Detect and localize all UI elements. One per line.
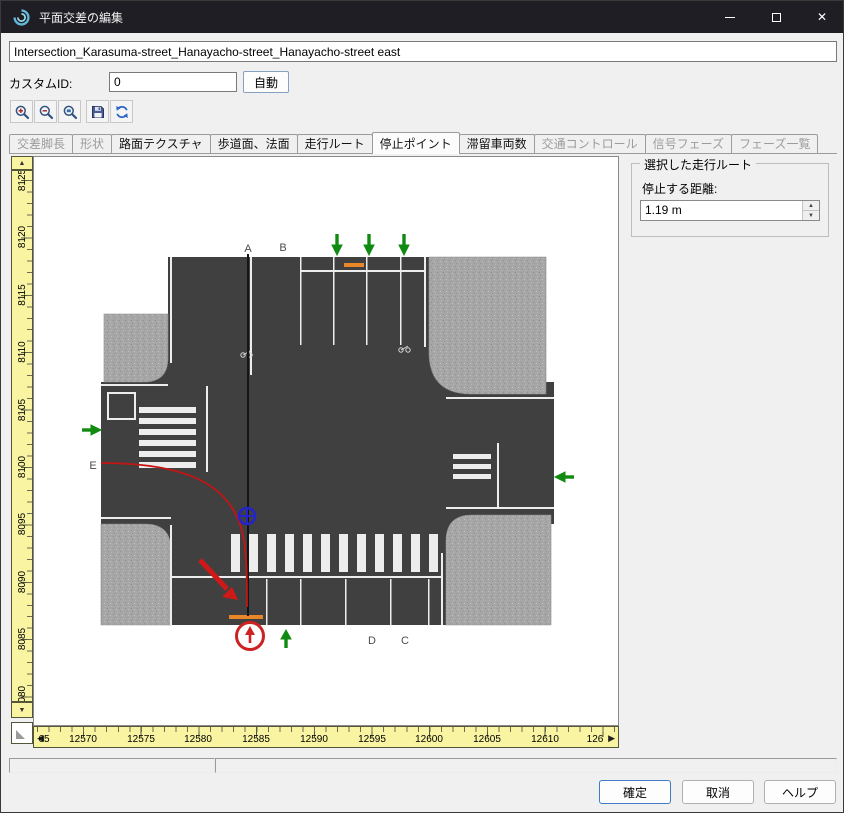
zoom-out-icon [38,104,54,120]
ruler-label: 12600 [407,734,451,745]
ruler-label: 12590 [292,734,336,745]
close-button[interactable]: ✕ [799,1,844,33]
ruler-label: 8100 [17,447,29,487]
intersection-name-input[interactable] [9,41,837,62]
ruler-label: 8095 [17,504,29,544]
leg-label-e: E [89,460,96,472]
ruler-label: 12610 [523,734,567,745]
ruler-label: 12595 [350,734,394,745]
zoom-window-icon [62,104,78,120]
tab-signal-phase: 信号フェーズ [645,134,732,153]
ruler-label: 8105 [17,390,29,430]
tab-sidewalk-slope[interactable]: 歩道面、法面 [210,134,298,153]
stop-distance-value[interactable]: 1.19 m [641,201,802,220]
title-bar: 平面交差の編集 ✕ [1,1,844,33]
ruler-label: 12585 [234,734,278,745]
window-title: 平面交差の編集 [39,9,123,26]
minimize-icon [725,17,735,18]
leg-label-b: B [279,242,286,254]
stop-point-tab-panel: ▲ 8125 8120 8115 8110 8105 8100 8095 809… [9,153,837,751]
auto-id-button[interactable]: 自動 [243,71,289,93]
maximize-icon [772,13,781,22]
stop-distance-label: 停止する距離: [642,180,717,197]
tab-queued-vehicles[interactable]: 滞留車両数 [459,134,535,153]
tab-phase-list: フェーズ一覧 [731,134,818,153]
ruler-label: 126 [582,734,608,745]
zoom-in-icon [14,104,30,120]
tab-shape: 形状 [72,134,112,153]
zoom-window-button[interactable] [58,100,81,123]
ruler-label: 8090 [17,562,29,602]
custom-id-input[interactable] [109,72,237,92]
group-title: 選択した走行ルート [640,156,756,173]
zoom-in-button[interactable] [10,100,33,123]
ruler-label: 8125 [17,170,29,200]
stop-point-marker[interactable] [237,623,264,650]
route-node-marker[interactable] [239,507,255,525]
spin-down-button[interactable]: ▼ [803,211,819,220]
maximize-button[interactable] [753,1,799,33]
ruler-scroll-right-icon[interactable]: ▶ [608,733,615,743]
ruler-label: 8120 [17,217,29,257]
tab-leg-length: 交差脚長 [9,134,73,153]
ruler-corner-box [11,722,33,744]
minimize-button[interactable] [707,1,753,33]
ruler-label: 65 [33,734,56,745]
selected-route-group: 選択した走行ルート 停止する距離: 1.19 m ▲ ▼ [631,163,829,237]
refresh-button[interactable] [110,100,133,123]
edit-intersection-dialog: 平面交差の編集 ✕ カスタムID: 自動 [0,0,844,813]
ruler-label: 12570 [61,734,105,745]
ruler-label: 12575 [119,734,163,745]
leg-label-c: C [401,635,409,647]
spin-up-button[interactable]: ▲ [803,201,819,211]
save-icon [90,104,106,120]
zoom-out-button[interactable] [34,100,57,123]
ruler-label: 8110 [17,332,29,372]
status-bar-left [9,758,215,773]
horizontal-ruler[interactable]: ◀ ▶ 65 12570 12575 12580 12585 12590 125… [33,726,619,748]
leg-label-a: A [244,243,252,255]
stop-distance-spinbox: 1.19 m ▲ ▼ [640,200,820,221]
app-swirl-icon [13,9,30,26]
leg-label-d: D [368,635,376,647]
spin-buttons: ▲ ▼ [802,201,819,220]
intersection-canvas[interactable]: A B C D E [33,156,619,726]
tab-bar: 交差脚長 形状 路面テクスチャ 歩道面、法面 走行ルート 停止ポイント 滞留車両… [9,132,837,154]
ruler-label: 8080 [17,677,29,702]
ok-button[interactable]: 確定 [599,780,671,804]
custom-id-label: カスタムID: [9,75,72,92]
window-controls: ✕ [707,1,844,33]
ruler-label: 12580 [176,734,220,745]
cancel-button[interactable]: 取消 [682,780,754,804]
ruler-scroll-up-button[interactable]: ▲ [11,156,33,170]
save-button[interactable] [86,100,109,123]
ruler-label: 12605 [465,734,509,745]
tab-drive-route[interactable]: 走行ルート [297,134,373,153]
tab-stop-point[interactable]: 停止ポイント [372,132,460,154]
status-bar-right [215,758,837,773]
vertical-ruler[interactable]: 8125 8120 8115 8110 8105 8100 8095 8090 … [11,170,33,702]
ruler-scroll-down-button[interactable]: ▼ [11,702,33,718]
help-button[interactable]: ヘルプ [764,780,836,804]
refresh-icon [114,104,130,120]
tab-traffic-control: 交通コントロール [534,134,646,153]
tab-road-texture[interactable]: 路面テクスチャ [111,134,211,153]
ruler-label: 8085 [17,619,29,659]
ruler-label: 8115 [17,275,29,315]
